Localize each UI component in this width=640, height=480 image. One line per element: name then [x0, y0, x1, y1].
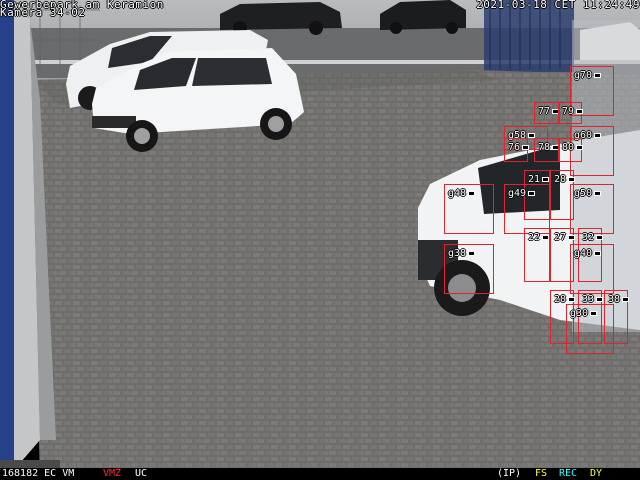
detection-label: 77 [538, 106, 551, 117]
detection-label: g50 [574, 188, 593, 199]
detection-label: 38 [608, 294, 621, 305]
detection-marker [568, 297, 575, 302]
status-bar: 168182 EC VM VMZ UC (IP) FS REC DY [0, 468, 640, 480]
detection-marker [468, 191, 475, 196]
detection-marker [522, 145, 529, 150]
detection-label: g30 [570, 308, 589, 319]
detection-marker [468, 251, 475, 256]
status-frame-info: 168182 EC VM [2, 468, 75, 479]
detection-label: 32 [582, 232, 595, 243]
datetime-overlay: 2021-03-18 CET 11:24:49 [476, 0, 640, 11]
detection-marker [594, 191, 601, 196]
status-vmz: VMZ [103, 468, 122, 479]
detection-marker [568, 177, 575, 182]
detection-label: g70 [574, 70, 593, 81]
detection-label: 76 [508, 142, 521, 153]
detection-label: g49 [508, 188, 527, 199]
status-rec: REC [559, 468, 578, 479]
detection-marker [590, 311, 597, 316]
detection-marker [594, 73, 601, 78]
detection-label: 80 [562, 142, 575, 153]
detection-label: 78 [538, 142, 551, 153]
detection-label: 28 [554, 294, 567, 305]
detection-marker [596, 235, 603, 240]
status-dy: DY [590, 468, 603, 479]
status-fs: FS [535, 468, 548, 479]
status-uc: UC [135, 468, 148, 479]
camera-view: Gewerbepark am Keramion Kamera 34-02 202… [0, 0, 640, 480]
detection-label: g40 [574, 248, 593, 259]
detection-marker [594, 251, 601, 256]
detection-marker [542, 177, 549, 182]
detection-marker [596, 297, 603, 302]
detection-label: g38 [448, 248, 467, 259]
detection-marker [542, 235, 549, 240]
detection-label: 27 [554, 232, 567, 243]
status-ip: (IP) [497, 468, 522, 479]
detection-marker [568, 235, 575, 240]
detection-label: 79 [562, 106, 575, 117]
camera-name-overlay: Kamera 34-02 [0, 6, 86, 19]
detection-marker [528, 191, 535, 196]
detection-label: 21 [528, 174, 541, 185]
detection-marker [594, 133, 601, 138]
detection-marker [576, 109, 583, 114]
detection-label: 22 [528, 232, 541, 243]
detection-label: 33 [582, 294, 595, 305]
detection-marker [576, 145, 583, 150]
detection-label: g48 [448, 188, 467, 199]
detection-marker [622, 297, 629, 302]
detection-label: 28 [554, 174, 567, 185]
